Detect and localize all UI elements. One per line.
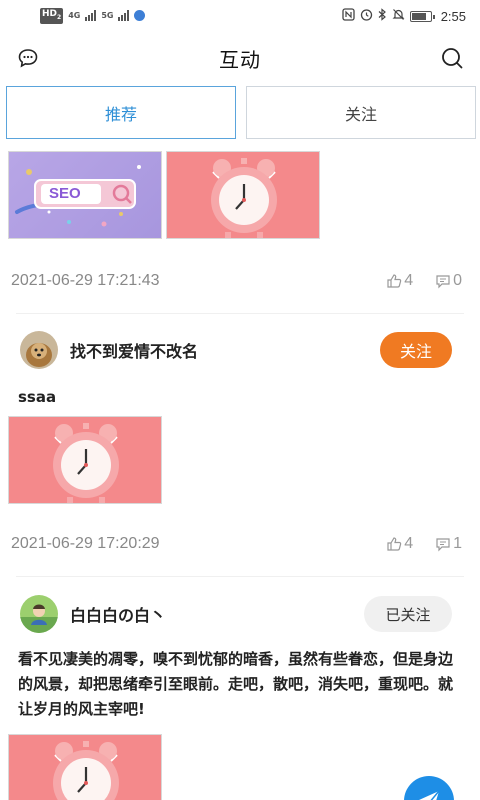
post-card[interactable]: SEO 2021-06-29 17:21:43 4 0 — [0, 151, 480, 314]
post-timestamp: 2021-06-29 17:20:29 — [11, 535, 160, 552]
mute-icon — [392, 8, 405, 24]
thumbs-up-icon — [387, 537, 402, 551]
network-type-4g: 4G — [68, 11, 81, 21]
avatar[interactable] — [20, 331, 58, 369]
comment-count: 0 — [453, 272, 462, 289]
send-plane-icon — [419, 790, 440, 800]
post-content: ssaa — [18, 388, 57, 406]
follow-button[interactable]: 关注 — [380, 332, 452, 368]
seo-image[interactable]: SEO — [8, 151, 162, 239]
like-count: 4 — [404, 535, 414, 552]
comment-icon — [436, 538, 450, 552]
like-count: 4 — [404, 272, 414, 289]
signal-icon — [118, 10, 130, 22]
signal-icon — [85, 10, 97, 22]
comment-icon — [436, 275, 450, 289]
network-type-5g: 5G — [101, 11, 114, 21]
post-card[interactable]: 白白白の白丶 已关注 看不见凄美的凋零，嗅不到忧郁的暗香，虽然有些眷恋，但是身边… — [0, 593, 480, 800]
page-title: 互动 — [219, 47, 261, 72]
seo-image-text: SEO — [49, 185, 81, 202]
bluetooth-icon — [378, 8, 387, 24]
like-button[interactable]: 4 — [386, 272, 413, 290]
post-feed[interactable]: SEO 2021-06-29 17:21:43 4 0 找不到爱情不改名 关注 … — [0, 150, 480, 800]
author-name[interactable]: 白白白の白丶 — [70, 602, 166, 626]
search-icon[interactable] — [440, 46, 464, 70]
alarm-icon — [360, 8, 373, 24]
alarm-clock-image[interactable] — [166, 151, 320, 239]
post-timestamp: 2021-06-29 17:21:43 — [11, 272, 160, 289]
feed-tabs: 推荐 关注 — [6, 86, 476, 139]
thumbs-up-icon — [387, 274, 402, 288]
comment-count: 1 — [453, 535, 462, 552]
chat-bubble-icon[interactable] — [16, 46, 40, 70]
nfc-icon — [342, 8, 355, 24]
alarm-clock-image[interactable] — [8, 734, 162, 800]
post-card[interactable]: 找不到爱情不改名 关注 ssaa 2021-06-29 17:20:29 4 1 — [0, 329, 480, 577]
following-button[interactable]: 已关注 — [364, 596, 452, 632]
app-notification-icon — [134, 10, 146, 22]
avatar[interactable] — [20, 595, 58, 633]
like-button[interactable]: 4 — [386, 535, 413, 553]
hd-badge: HD2 — [40, 8, 64, 24]
tab-recommend[interactable]: 推荐 — [6, 86, 236, 139]
comment-button[interactable]: 1 — [435, 535, 462, 553]
app-header: 互动 — [0, 38, 480, 78]
post-content: 看不见凄美的凋零，嗅不到忧郁的暗香，虽然有些眷恋，但是身边的风景，却把思绪牵引至… — [18, 650, 454, 718]
author-name[interactable]: 找不到爱情不改名 — [70, 338, 198, 362]
post-divider — [16, 313, 464, 314]
post-divider — [16, 576, 464, 577]
alarm-clock-image[interactable] — [8, 416, 162, 504]
tab-following[interactable]: 关注 — [246, 86, 476, 139]
status-bar: HD2 4G 5G 2:55 — [0, 0, 480, 32]
clock-time: 2:55 — [440, 8, 466, 24]
battery-icon — [409, 10, 435, 22]
comment-button[interactable]: 0 — [435, 272, 462, 290]
